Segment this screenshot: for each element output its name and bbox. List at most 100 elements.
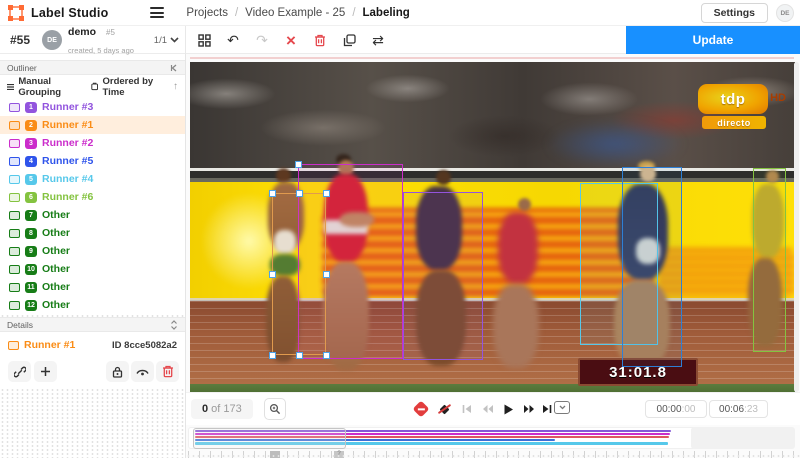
- keyframe-slash-icon: [436, 402, 452, 416]
- collapse-controls-button[interactable]: [554, 401, 570, 414]
- region-row[interactable]: 8Other: [0, 224, 185, 242]
- breadcrumb-project[interactable]: Video Example - 25: [245, 7, 345, 19]
- region-bbox-icon: [9, 211, 20, 220]
- keyframe-interpolation-button[interactable]: [435, 399, 453, 419]
- region-row[interactable]: 5 Runner #4: [0, 170, 185, 188]
- resize-handle[interactable]: [269, 190, 276, 197]
- runner-5-box[interactable]: [622, 167, 682, 367]
- outliner-tabs: Manual Grouping Ordered by Time ↑: [0, 75, 185, 98]
- link-button[interactable]: [8, 361, 31, 382]
- menu-hamburger-icon[interactable]: [150, 7, 164, 18]
- keyframe-remove-button[interactable]: [412, 399, 430, 419]
- region-label: Other: [42, 245, 70, 257]
- region-index-badge: 3: [25, 138, 37, 149]
- expand-collapse-icon[interactable]: [170, 320, 178, 330]
- region-row[interactable]: 12Other: [0, 296, 185, 314]
- region-label: Runner #4: [42, 173, 93, 185]
- resize-handle[interactable]: [295, 161, 302, 168]
- annotator-avatar[interactable]: DE: [42, 30, 62, 50]
- resize-handle[interactable]: [323, 190, 330, 197]
- region-bbox-icon: [9, 301, 20, 310]
- annotation-id: #5: [106, 28, 115, 37]
- region-row[interactable]: 9 Other: [0, 242, 185, 260]
- region-row[interactable]: 7Other: [0, 206, 185, 224]
- region-row[interactable]: 3Runner #2: [0, 134, 185, 152]
- region-row[interactable]: 1Runner #3: [0, 98, 185, 116]
- resize-handle[interactable]: [323, 352, 330, 359]
- annotation-pager[interactable]: 1/1: [154, 35, 179, 46]
- update-button[interactable]: Update: [626, 26, 800, 54]
- region-row[interactable]: 11 Other: [0, 278, 185, 296]
- region-index-badge: 12: [25, 300, 37, 311]
- region-row[interactable]: 2Runner #1: [0, 116, 185, 134]
- details-selected-region: Runner #1 ID 8cce5082a2: [0, 332, 185, 358]
- resize-handle[interactable]: [296, 190, 303, 197]
- user-avatar[interactable]: DE: [776, 4, 794, 22]
- add-relation-button[interactable]: [34, 361, 57, 382]
- resize-handle[interactable]: [269, 271, 276, 278]
- created-text: created, 5 days ago: [68, 46, 134, 55]
- delete-annotation-button[interactable]: [312, 31, 328, 49]
- play-button[interactable]: [499, 399, 517, 419]
- task-info: #55 DE demo#5 created, 5 days ago 1/1: [0, 26, 186, 54]
- task-id: #55: [10, 33, 30, 47]
- region-label: Runner #6: [42, 191, 93, 203]
- skip-to-start-button[interactable]: [458, 399, 476, 419]
- resize-handle[interactable]: [296, 352, 303, 359]
- timeline-viewport-handle[interactable]: [193, 428, 346, 449]
- region-label: Other: [42, 281, 70, 293]
- breadcrumb-projects[interactable]: Projects: [186, 7, 228, 19]
- lock-button[interactable]: [106, 361, 129, 382]
- time-total: 00:06:23: [709, 400, 768, 418]
- region-bbox-icon: [9, 283, 20, 292]
- fast-forward-button[interactable]: [520, 399, 538, 419]
- undo-button[interactable]: ↶: [225, 31, 241, 49]
- details-actions: [0, 358, 185, 388]
- redo-button[interactable]: ↷: [254, 31, 270, 49]
- region-index-badge: 9: [25, 246, 37, 257]
- collapse-panel-icon[interactable]: [170, 64, 178, 72]
- video-scrollbar[interactable]: [794, 62, 799, 392]
- video-canvas[interactable]: tdp HD directo 31:01.8: [190, 62, 795, 392]
- copy-button[interactable]: [341, 31, 357, 49]
- region-bbox-icon: [9, 139, 20, 148]
- tab-manual-grouping[interactable]: Manual Grouping: [7, 76, 82, 98]
- region-list: 1Runner #32Runner #13Runner #24Runner #5…: [0, 98, 185, 314]
- region-bbox-icon: [9, 103, 20, 112]
- grid-view-button[interactable]: [196, 31, 212, 49]
- keyframe-icon: [413, 401, 430, 418]
- visibility-button[interactable]: [131, 361, 154, 382]
- logo-tdp: tdp: [721, 91, 746, 108]
- region-row[interactable]: 4Runner #5: [0, 152, 185, 170]
- runner-3-box[interactable]: [403, 192, 483, 360]
- region-row[interactable]: 6 Runner #6: [0, 188, 185, 206]
- region-index-badge: 6: [25, 192, 37, 203]
- runner-6-box[interactable]: [753, 168, 786, 352]
- zoom-button[interactable]: [264, 398, 286, 420]
- region-row[interactable]: 10Other: [0, 260, 185, 278]
- delete-region-button[interactable]: [156, 361, 179, 382]
- breadcrumb: Projects / Video Example - 25 / Labeling: [186, 7, 409, 19]
- settings-button[interactable]: Settings: [701, 3, 768, 23]
- region-index-badge: 7: [25, 210, 37, 221]
- region-index-badge: 11: [25, 282, 37, 293]
- resize-handle[interactable]: [323, 271, 330, 278]
- region-label: Runner #3: [42, 101, 93, 113]
- reset-button[interactable]: ×: [283, 31, 299, 49]
- timeline: ?: [186, 425, 800, 458]
- sort-direction-icon[interactable]: ↑: [173, 81, 178, 92]
- broadcast-logo: tdp HD directo: [698, 84, 786, 136]
- region-bbox-icon: [9, 265, 20, 274]
- region-index-badge: 5: [25, 174, 37, 185]
- runner-1-box[interactable]: [272, 193, 326, 355]
- region-label: Other: [42, 263, 70, 275]
- breadcrumb-labeling: Labeling: [363, 7, 410, 19]
- resize-handle[interactable]: [269, 352, 276, 359]
- tab-ordered-by-time[interactable]: Ordered by Time: [91, 76, 164, 98]
- video-controls-bar: 0of 173 00:00:00: [186, 392, 800, 425]
- grass-strip: [190, 384, 795, 392]
- swap-view-button[interactable]: ⇄: [370, 31, 386, 49]
- chevron-down-icon: [559, 405, 566, 410]
- rewind-button[interactable]: [478, 399, 496, 419]
- details-region-id: ID 8cce5082a2: [112, 340, 177, 351]
